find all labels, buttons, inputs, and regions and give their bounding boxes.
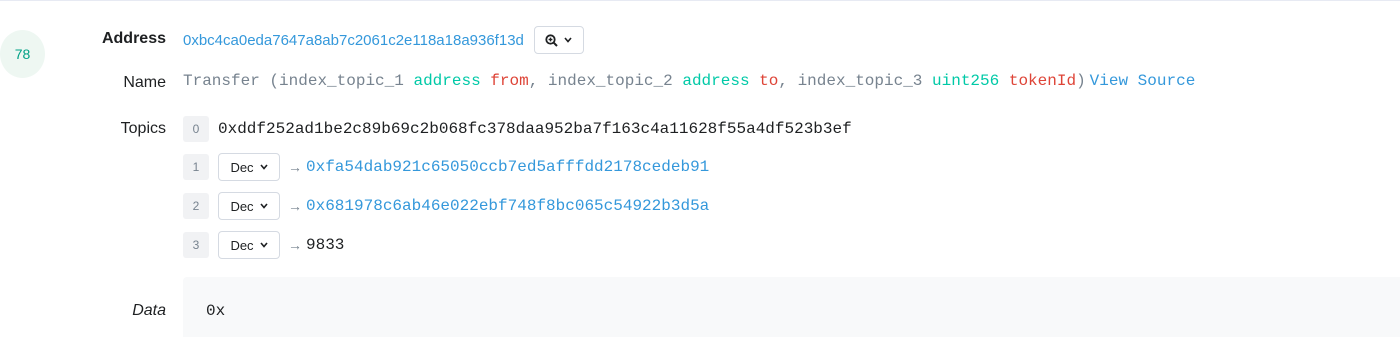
name-label: Name (123, 74, 166, 91)
param-indexed: index_topic_2 (547, 72, 673, 90)
log-index-badge: 78 (0, 30, 45, 78)
data-box: 0x (183, 277, 1400, 337)
topic-row: 3 Dec → 9833 (183, 231, 344, 259)
format-label: Dec (230, 198, 254, 214)
param-type: address (413, 72, 481, 90)
topic-row: 1 Dec → 0xfa54dab921c65050ccb7ed5afffdd2… (183, 153, 709, 181)
topic-index-badge: 2 (183, 193, 209, 219)
zoom-in-icon (545, 33, 559, 47)
top-divider (0, 0, 1400, 1)
topic-index-badge: 1 (183, 154, 209, 180)
topics-label: Topics (120, 120, 166, 137)
arrow-right-icon: → (288, 237, 302, 253)
param-name: tokenId (1008, 72, 1077, 90)
data-label: Data (132, 302, 166, 319)
chevron-down-icon (259, 242, 268, 248)
param-indexed: index_topic_3 (797, 72, 923, 90)
address-label: Address (101, 30, 166, 47)
format-label: Dec (230, 237, 254, 253)
data-value: 0x (206, 302, 226, 320)
topic-row: 0 0xddf252ad1be2c89b69c2b068fc378daa952b… (183, 115, 852, 143)
contract-address-link[interactable]: 0xbc4ca0eda7647a8ab7c2061c2e118a18a936f1… (183, 32, 524, 49)
separator: , (528, 72, 548, 90)
topic-row: 2 Dec → 0x681978c6ab46e022ebf748f8bc065c… (183, 192, 709, 220)
event-name: Transfer (183, 72, 260, 90)
topic-format-dropdown[interactable]: Dec (218, 192, 280, 220)
chevron-down-icon (564, 37, 572, 43)
address-zoom-dropdown-button[interactable] (533, 26, 584, 54)
chevron-down-icon (259, 203, 268, 209)
close-paren: ) (1076, 72, 1086, 90)
chevron-down-icon (259, 164, 268, 170)
param-type: address (682, 72, 750, 90)
param-name: from (490, 72, 529, 90)
topic-value: 0xddf252ad1be2c89b69c2b068fc378daa952ba7… (218, 120, 852, 138)
topic-format-dropdown[interactable]: Dec (218, 153, 280, 181)
param-indexed: index_topic_1 (279, 72, 404, 90)
topic-address-link[interactable]: 0xfa54dab921c65050ccb7ed5afffdd2178cedeb… (306, 158, 709, 176)
arrow-right-icon: → (288, 159, 302, 175)
topic-index-badge: 3 (183, 232, 209, 258)
event-signature: Transfer (index_topic_1 address from, in… (183, 72, 1195, 90)
param-type: uint256 (932, 72, 1000, 90)
param-name: to (759, 72, 779, 90)
arrow-right-icon: → (288, 198, 302, 214)
topic-index-badge: 0 (183, 116, 209, 142)
topic-value: 9833 (306, 236, 345, 254)
separator: , (778, 72, 798, 90)
open-paren: ( (269, 72, 280, 90)
topic-address-link[interactable]: 0x681978c6ab46e022ebf748f8bc065c54922b3d… (306, 197, 709, 215)
topic-format-dropdown[interactable]: Dec (218, 231, 280, 259)
format-label: Dec (230, 159, 254, 175)
address-row: 0xbc4ca0eda7647a8ab7c2061c2e118a18a936f1… (183, 26, 584, 54)
log-index-number: 78 (14, 46, 31, 62)
view-source-link[interactable]: View Source (1090, 72, 1196, 90)
